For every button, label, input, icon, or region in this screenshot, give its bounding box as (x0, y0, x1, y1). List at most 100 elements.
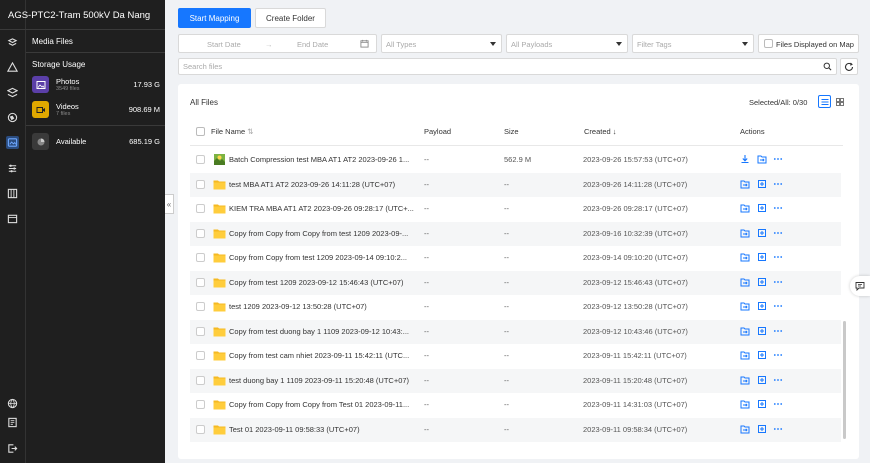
table-row[interactable]: Copy from test cam nhiet 2023-09-11 15:4… (190, 344, 841, 368)
file-name[interactable]: Copy from test 1209 2023-09-12 15:46:43 … (229, 278, 416, 287)
language-icon[interactable] (6, 397, 19, 410)
move-icon[interactable] (757, 154, 767, 164)
grid-icon[interactable] (6, 187, 19, 200)
row-checkbox[interactable] (196, 228, 205, 238)
more-icon[interactable] (773, 203, 783, 213)
collapse-panel-button[interactable]: « (165, 194, 174, 214)
more-icon[interactable] (773, 399, 783, 409)
more-icon[interactable] (773, 424, 783, 434)
report-icon[interactable] (6, 416, 19, 429)
copy-icon[interactable] (757, 424, 767, 434)
table-row[interactable]: Copy from test duong bay 1 1109 2023-09-… (190, 319, 841, 344)
table-row[interactable]: test duong bay 1 1109 2023-09-11 15:20:4… (190, 368, 841, 393)
row-checkbox[interactable] (196, 400, 205, 409)
layers-icon[interactable] (6, 86, 19, 99)
payload-select[interactable]: All Payloads (506, 34, 628, 53)
equalizer-icon[interactable] (6, 162, 19, 175)
move-icon[interactable] (740, 252, 750, 262)
row-checkbox[interactable] (196, 424, 205, 434)
more-icon[interactable] (773, 277, 783, 287)
grid-view-button[interactable] (833, 95, 846, 108)
more-icon[interactable] (773, 228, 783, 238)
flight-icon[interactable] (6, 61, 19, 74)
media-icon[interactable] (6, 136, 19, 149)
row-checkbox[interactable] (196, 204, 205, 213)
globe-icon[interactable] (6, 111, 19, 124)
copy-icon[interactable] (757, 326, 767, 336)
move-icon[interactable] (740, 301, 750, 311)
copy-icon[interactable] (757, 350, 767, 360)
type-select[interactable]: All Types (381, 34, 502, 53)
start-date-input[interactable]: Start Date (207, 40, 241, 49)
calendar-icon[interactable] (6, 212, 19, 225)
table-row[interactable]: Batch Compression test MBA AT1 AT2 2023-… (190, 148, 841, 172)
move-icon[interactable] (740, 399, 750, 409)
row-checkbox[interactable] (196, 155, 205, 164)
table-row[interactable]: Copy from Copy from Copy from test 1209 … (190, 221, 841, 246)
date-range-picker[interactable]: Start Date → End Date (178, 34, 377, 53)
more-icon[interactable] (773, 154, 783, 164)
file-name[interactable]: test duong bay 1 1109 2023-09-11 15:20:4… (229, 376, 416, 385)
table-row[interactable]: Copy from Copy from Copy from Test 01 20… (190, 393, 841, 417)
tag-select[interactable]: Filter Tags (632, 34, 754, 53)
copy-icon[interactable] (757, 203, 767, 213)
map-filter-checkbox[interactable] (764, 39, 773, 48)
move-icon[interactable] (740, 228, 750, 238)
table-row[interactable]: test 1209 2023-09-12 13:50:28 (UTC+07) --… (190, 295, 841, 319)
copy-icon[interactable] (757, 301, 767, 311)
file-name[interactable]: Copy from Copy from Copy from Test 01 20… (229, 400, 416, 409)
row-checkbox[interactable] (196, 253, 205, 262)
row-checkbox[interactable] (196, 302, 205, 311)
column-created[interactable]: Created ↓ (584, 127, 617, 136)
file-name[interactable]: Copy from Copy from test 1209 2023-09-14… (229, 253, 416, 262)
copy-icon[interactable] (757, 228, 767, 238)
file-name[interactable]: Copy from test cam nhiet 2023-09-11 15:4… (229, 351, 416, 360)
move-icon[interactable] (740, 350, 750, 360)
row-checkbox[interactable] (196, 326, 205, 336)
logout-icon[interactable] (6, 442, 19, 455)
copy-icon[interactable] (757, 252, 767, 262)
more-icon[interactable] (773, 252, 783, 262)
move-icon[interactable] (740, 277, 750, 287)
search-input[interactable] (178, 58, 837, 75)
copy-icon[interactable] (757, 399, 767, 409)
move-icon[interactable] (740, 203, 750, 213)
start-mapping-button[interactable]: Start Mapping (178, 8, 251, 28)
copy-icon[interactable] (757, 375, 767, 385)
select-all-checkbox[interactable] (196, 127, 205, 136)
create-folder-button[interactable]: Create Folder (255, 8, 326, 28)
file-name[interactable]: KIEM TRA MBA AT1 AT2 2023-09-26 09:28:17… (229, 204, 416, 213)
row-checkbox[interactable] (196, 179, 205, 189)
file-name[interactable]: Copy from Copy from Copy from test 1209 … (229, 229, 416, 238)
feedback-button[interactable] (850, 276, 870, 296)
move-icon[interactable] (740, 326, 750, 336)
storage-photos[interactable]: Photos 3549 files 17.93 G (32, 76, 160, 94)
column-file-name[interactable]: File Name ⇅ (211, 127, 254, 136)
more-icon[interactable] (773, 301, 783, 311)
copy-icon[interactable] (757, 179, 767, 189)
more-icon[interactable] (773, 179, 783, 189)
table-row[interactable]: Copy from test 1209 2023-09-12 15:46:43 … (190, 270, 841, 295)
table-row[interactable]: Test 01 2023-09-11 09:58:33 (UTC+07) -- --… (190, 417, 841, 442)
copy-icon[interactable] (757, 277, 767, 287)
more-icon[interactable] (773, 350, 783, 360)
more-icon[interactable] (773, 326, 783, 336)
file-name[interactable]: Copy from test duong bay 1 1109 2023-09-… (229, 327, 416, 336)
row-checkbox[interactable] (196, 351, 205, 360)
table-row[interactable]: Copy from Copy from test 1209 2023-09-14… (190, 246, 841, 270)
move-icon[interactable] (740, 424, 750, 434)
row-checkbox[interactable] (196, 375, 205, 385)
scrollbar[interactable] (843, 321, 846, 439)
download-icon[interactable] (740, 154, 750, 164)
list-view-button[interactable] (818, 95, 831, 108)
table-row[interactable]: test MBA AT1 AT2 2023-09-26 14:11:28 (UT… (190, 172, 841, 197)
table-row[interactable]: KIEM TRA MBA AT1 AT2 2023-09-26 09:28:17… (190, 197, 841, 221)
search-icon[interactable] (823, 62, 832, 71)
file-name[interactable]: Batch Compression test MBA AT1 AT2 2023-… (229, 155, 416, 164)
more-icon[interactable] (773, 375, 783, 385)
end-date-input[interactable]: End Date (297, 40, 328, 49)
storage-videos[interactable]: Videos 7 files 908.69 M (32, 101, 160, 119)
file-name[interactable]: test MBA AT1 AT2 2023-09-26 14:11:28 (UT… (229, 180, 416, 189)
refresh-button[interactable] (840, 58, 858, 75)
file-name[interactable]: Test 01 2023-09-11 09:58:33 (UTC+07) (229, 425, 416, 434)
